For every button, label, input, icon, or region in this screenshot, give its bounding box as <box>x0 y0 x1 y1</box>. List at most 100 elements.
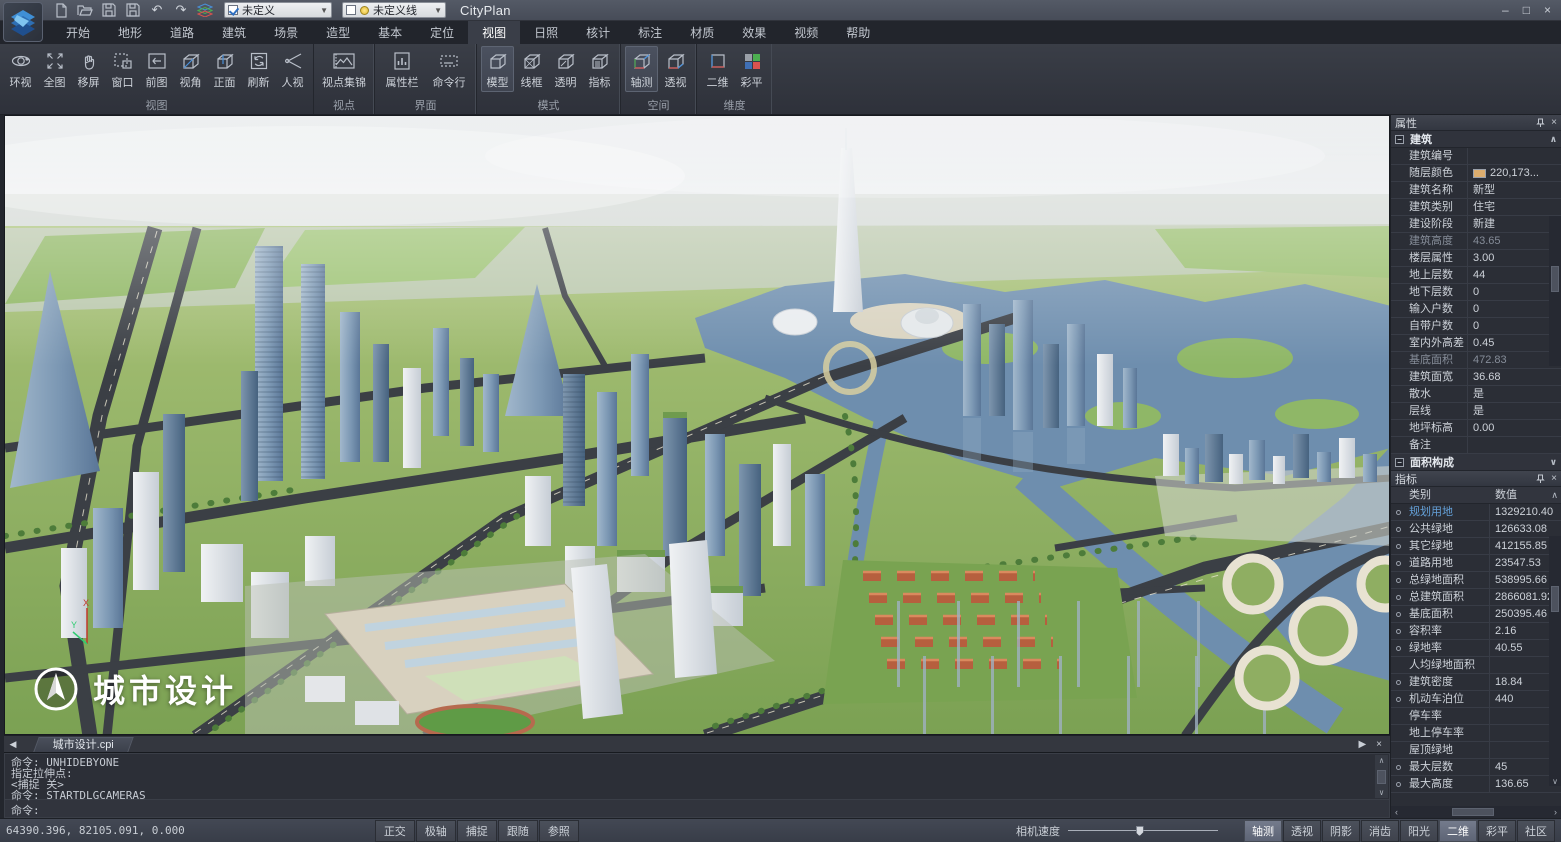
open-file-icon[interactable] <box>76 2 94 18</box>
view-angle-button[interactable]: 视角 <box>174 46 207 92</box>
property-row[interactable]: 地坪标高0.00 <box>1391 420 1561 437</box>
ortho-button[interactable]: 正交 <box>375 820 415 842</box>
collapse-icon[interactable]: − <box>1395 458 1404 467</box>
scroll-down-icon[interactable]: ∨ <box>1552 777 1558 786</box>
section-area-composition[interactable]: − 面积构成 ∨ <box>1391 454 1561 471</box>
property-row[interactable]: 自带户数0 <box>1391 318 1561 335</box>
tab-caizhi[interactable]: 材质 <box>676 21 728 44</box>
perspective-button[interactable]: 透视 <box>659 46 692 92</box>
tab-changjing[interactable]: 场景 <box>260 21 312 44</box>
indicator-row[interactable]: 道路用地23547.53 <box>1391 555 1561 572</box>
scroll-down-icon[interactable]: ∨ <box>1379 787 1384 798</box>
property-row[interactable]: 随层颜色220,173... <box>1391 165 1561 182</box>
pan-button[interactable]: 移屏 <box>72 46 105 92</box>
property-row[interactable]: 建筑面宽36.68 <box>1391 369 1561 386</box>
orbit-view-button[interactable]: 环视 <box>4 46 37 92</box>
linetype-dropdown[interactable]: 未定义线 ▼ <box>342 2 446 18</box>
property-row[interactable]: 建筑高度43.65 <box>1391 233 1561 250</box>
indicator-row[interactable]: 基底面积250395.46 <box>1391 606 1561 623</box>
camera-speed-slider[interactable] <box>1068 825 1218 836</box>
maximize-button[interactable]: □ <box>1523 3 1530 17</box>
tab-xiaoguo[interactable]: 效果 <box>728 21 780 44</box>
command-history[interactable]: 命令: UNHIDEBYONE 指定拉伸点: <捕捉 关> 命令: STARTD… <box>4 753 1390 799</box>
front-view-button[interactable]: 正面 <box>208 46 241 92</box>
layer-color-swatch[interactable] <box>1473 169 1486 178</box>
property-row[interactable]: 建设阶段新建 <box>1391 216 1561 233</box>
indicators-scrollbar[interactable]: ∨ <box>1549 536 1561 786</box>
properties-scrollbar[interactable] <box>1549 216 1561 366</box>
tab-kaishi[interactable]: 开始 <box>52 21 104 44</box>
viewpoint-collection-button[interactable]: 视点集锦 <box>318 46 370 92</box>
scroll-up-icon[interactable]: ∧ <box>1551 487 1558 503</box>
window-zoom-button[interactable]: 窗口 <box>106 46 139 92</box>
tab-daolu[interactable]: 道路 <box>156 21 208 44</box>
undo-icon[interactable]: ↶ <box>148 2 166 18</box>
property-row[interactable]: 建筑编号 <box>1391 148 1561 165</box>
previous-view-button[interactable]: 前图 <box>140 46 173 92</box>
close-panel-icon[interactable]: × <box>1551 117 1557 128</box>
property-row[interactable]: 层线是 <box>1391 403 1561 420</box>
property-row[interactable]: 备注 <box>1391 437 1561 454</box>
track-button[interactable]: 跟随 <box>498 820 538 842</box>
indicator-row[interactable]: 最大层数45 <box>1391 759 1561 776</box>
scrollbar-thumb[interactable] <box>1551 586 1559 612</box>
axonometric-mode-button[interactable]: 轴测 <box>1244 820 1282 842</box>
tab-shitu[interactable]: 视图 <box>468 21 520 44</box>
model-mode-button[interactable]: 模型 <box>481 46 514 92</box>
perspective-mode-button[interactable]: 透视 <box>1283 820 1321 842</box>
polar-button[interactable]: 极轴 <box>416 820 456 842</box>
community-mode-button[interactable]: 社区 <box>1517 820 1555 842</box>
axonometric-button[interactable]: 轴测 <box>625 46 658 92</box>
indicator-row[interactable]: 停车率 <box>1391 708 1561 725</box>
slider-thumb[interactable] <box>1136 826 1144 836</box>
prev-doc-tab-button[interactable]: ◀ <box>4 739 22 750</box>
tab-jianzhu[interactable]: 建筑 <box>208 21 260 44</box>
section-building[interactable]: − 建筑 ∧ <box>1391 131 1561 148</box>
property-row[interactable]: 楼层属性3.00 <box>1391 250 1561 267</box>
command-input[interactable]: 命令: <box>4 799 1390 818</box>
sunlight-mode-button[interactable]: 阳光 <box>1400 820 1438 842</box>
scrollbar-thumb[interactable] <box>1551 266 1559 292</box>
collapse-icon[interactable]: − <box>1395 135 1404 144</box>
indicator-row[interactable]: 容积率2.16 <box>1391 623 1561 640</box>
indicator-row[interactable]: 绿地率40.55 <box>1391 640 1561 657</box>
indicator-row[interactable]: 屋顶绿地 <box>1391 742 1561 759</box>
tab-dixing[interactable]: 地形 <box>104 21 156 44</box>
next-doc-tab-button[interactable]: ▶ <box>1358 739 1366 750</box>
pin-icon[interactable] <box>1536 118 1545 128</box>
indicator-row[interactable]: 机动车泊位440 <box>1391 691 1561 708</box>
viewport-3d[interactable]: X Y 城市设计 <box>4 115 1390 735</box>
property-row[interactable]: 输入户数0 <box>1391 301 1561 318</box>
scrollbar-thumb[interactable] <box>1377 770 1386 784</box>
scroll-up-icon[interactable]: ∧ <box>1379 755 1384 766</box>
snap-button[interactable]: 捕捉 <box>457 820 497 842</box>
redo-icon[interactable]: ↷ <box>172 2 190 18</box>
app-logo-icon[interactable] <box>3 2 43 42</box>
property-row[interactable]: 室内外高差0.45 <box>1391 335 1561 352</box>
property-row[interactable]: 散水是 <box>1391 386 1561 403</box>
indicator-row[interactable]: 公共绿地126633.08 <box>1391 521 1561 538</box>
scroll-up-icon[interactable]: ∧ <box>1550 134 1557 145</box>
property-row[interactable]: 建筑名称新型 <box>1391 182 1561 199</box>
antialias-mode-button[interactable]: 消齿 <box>1361 820 1399 842</box>
scroll-right-icon[interactable]: › <box>1550 807 1561 817</box>
indicator-row[interactable]: 建筑密度18.84 <box>1391 674 1561 691</box>
save-icon[interactable] <box>100 2 118 18</box>
indicator-row[interactable]: 其它绿地412155.85 <box>1391 538 1561 555</box>
command-scrollbar[interactable]: ∧ ∨ <box>1375 755 1388 798</box>
tab-heji[interactable]: 核计 <box>572 21 624 44</box>
indicator-row[interactable]: 总建筑面积2866081.92 <box>1391 589 1561 606</box>
indicator-row[interactable]: 规划用地1329210.40 <box>1391 504 1561 521</box>
color-plan-mode-button[interactable]: 彩平 <box>1478 820 1516 842</box>
layer-dropdown[interactable]: 未定义 ▼ <box>224 2 332 18</box>
document-tab[interactable]: 城市设计.cpi <box>33 737 134 752</box>
person-view-button[interactable]: 人视 <box>276 46 309 92</box>
close-doc-tab-button[interactable]: × <box>1376 739 1382 750</box>
3d-city-scene[interactable] <box>5 116 1390 735</box>
reference-button[interactable]: 参照 <box>539 820 579 842</box>
tab-biaozhu[interactable]: 标注 <box>624 21 676 44</box>
scroll-down-icon[interactable]: ∨ <box>1550 457 1557 468</box>
command-line-button[interactable]: 命令行 <box>426 46 472 92</box>
tab-bangzhu[interactable]: 帮助 <box>832 21 884 44</box>
refresh-button[interactable]: 刷新 <box>242 46 275 92</box>
